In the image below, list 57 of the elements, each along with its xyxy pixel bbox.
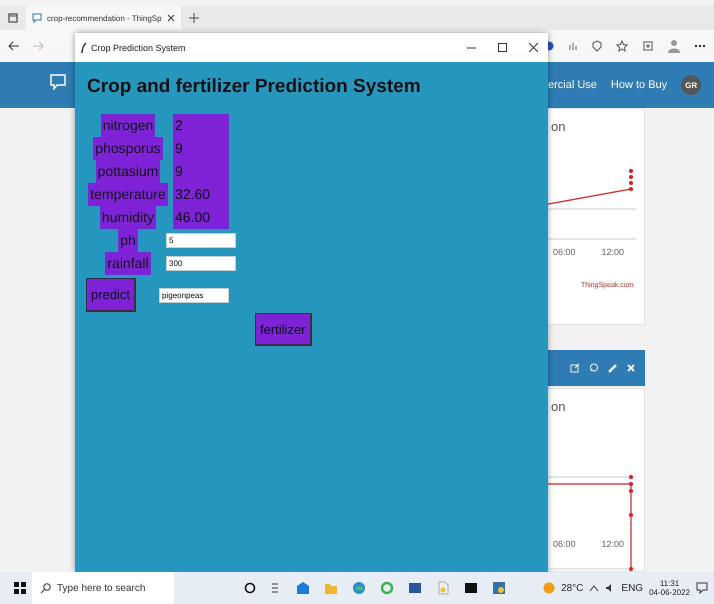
feather-icon xyxy=(81,42,87,54)
profile-icon[interactable] xyxy=(668,39,680,53)
terminal-icon[interactable] xyxy=(464,581,478,595)
field-label: phosporus xyxy=(93,137,163,160)
start-icon[interactable] xyxy=(14,582,26,594)
app-heading: Crop and fertilizer Prediction System xyxy=(87,76,422,98)
field-label: pottasium xyxy=(96,160,160,183)
clock[interactable]: 11:31 04-06-2022 xyxy=(649,579,690,597)
axis-tick-label: 12:00 xyxy=(602,247,624,257)
field-label: nitrogen xyxy=(100,114,156,137)
shield-icon[interactable] xyxy=(592,40,602,52)
input-field[interactable]: 5 xyxy=(166,233,236,248)
weather-icon xyxy=(543,582,556,594)
collections-icon[interactable] xyxy=(642,40,654,52)
chat-icon xyxy=(50,74,66,90)
axis-tick-label: 12:00 xyxy=(602,539,624,549)
user-avatar[interactable]: GR xyxy=(681,75,702,95)
browser-icon[interactable] xyxy=(352,581,366,595)
field-label: ph xyxy=(118,229,138,252)
search-field[interactable]: Type here to search xyxy=(32,572,174,604)
field-value: 9 xyxy=(174,162,184,181)
window-title: Crop Prediction System xyxy=(91,42,186,52)
notification-icon[interactable] xyxy=(696,582,708,594)
field-label: rainfall xyxy=(105,252,151,275)
field-value: 32.60 xyxy=(174,185,212,204)
new-tab-icon[interactable] xyxy=(188,13,199,23)
maximize-icon[interactable] xyxy=(498,43,507,52)
back-icon[interactable] xyxy=(8,41,20,51)
language-indicator[interactable]: ENG xyxy=(621,582,644,594)
more-icon[interactable] xyxy=(694,44,706,48)
input-field[interactable]: 300 xyxy=(166,256,236,271)
comment-icon[interactable] xyxy=(589,363,599,373)
tab-actions-icon[interactable] xyxy=(8,13,18,23)
favorites-icon[interactable] xyxy=(616,40,628,52)
cortana-icon[interactable] xyxy=(244,582,256,594)
axis-tick-label: 06:00 xyxy=(553,539,576,549)
close-icon[interactable] xyxy=(166,14,175,22)
page-icon xyxy=(32,13,42,23)
chart-title: on xyxy=(551,399,566,414)
pencil-icon[interactable] xyxy=(608,363,618,373)
result-field[interactable]: pigeonpeas xyxy=(159,288,230,302)
nav-link[interactable]: ercial Use xyxy=(548,79,597,91)
nav-link[interactable]: How to Buy xyxy=(610,79,668,91)
field-label: temperature xyxy=(88,183,168,206)
field-value: 2 xyxy=(174,116,184,135)
axis-tick-label: 06:00 xyxy=(553,247,576,257)
edit-icon[interactable] xyxy=(570,363,580,373)
chevron-up-icon[interactable] xyxy=(589,584,600,592)
browser-tab[interactable]: crop-recommendation - ThingSp xyxy=(26,6,181,30)
field-value: 46.00 xyxy=(174,208,212,227)
weather-text[interactable]: 28°C xyxy=(561,582,584,594)
field-label: humidity xyxy=(100,206,156,229)
close-icon[interactable] xyxy=(529,43,538,52)
field-value: 9 xyxy=(174,139,184,158)
chart-title: on xyxy=(551,119,566,134)
search-icon xyxy=(40,582,51,594)
bars-icon[interactable] xyxy=(568,41,578,51)
